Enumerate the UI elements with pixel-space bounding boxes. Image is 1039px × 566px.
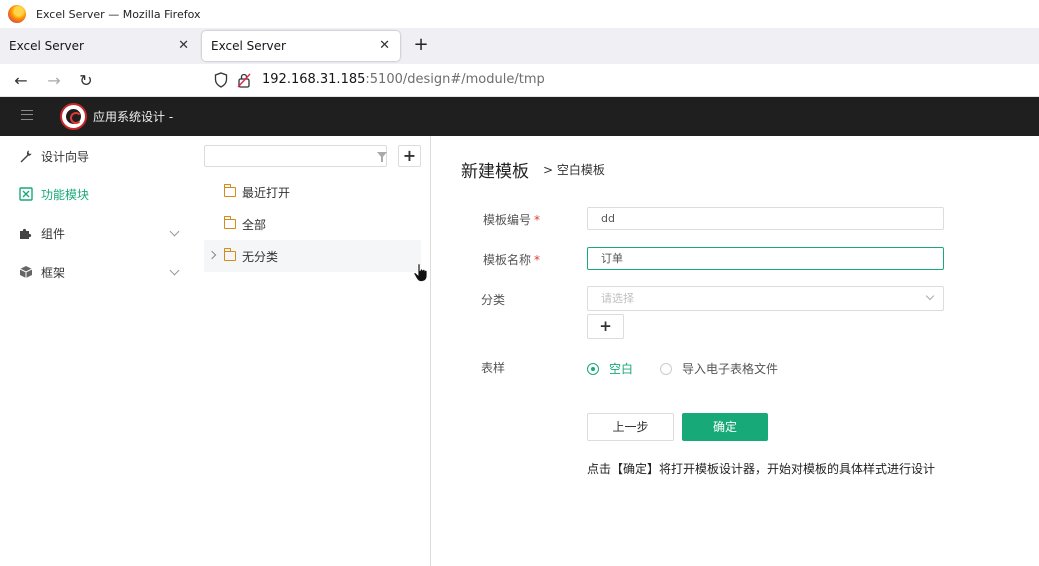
previous-step-button[interactable]: 上一步 (587, 413, 674, 441)
sidebar-item-function-module[interactable]: 功能模块 (0, 175, 193, 213)
forward-arrow-icon[interactable]: → (43, 70, 65, 92)
cube-icon (19, 265, 33, 279)
app-title: 应用系统设计 - (93, 110, 174, 124)
url-host: 192.168.31.185 (262, 72, 366, 87)
folder-icon (224, 248, 236, 261)
radio-label: 空白 (609, 362, 634, 376)
chevron-down-icon (925, 291, 935, 301)
confirm-button[interactable]: 确定 (682, 413, 768, 441)
add-category-button[interactable]: + (398, 145, 421, 167)
close-tab-icon[interactable]: ✕ (379, 38, 390, 53)
tree-search-input[interactable] (204, 145, 387, 167)
sidebar-item-label: 设计向导 (41, 149, 90, 164)
reload-icon[interactable]: ↻ (75, 70, 97, 92)
chevron-down-icon (169, 265, 180, 276)
sidebar-item-label: 组件 (41, 226, 66, 241)
radio-import-spreadsheet[interactable]: 导入电子表格文件 (660, 360, 778, 377)
chevron-down-icon (169, 226, 180, 237)
back-arrow-icon[interactable]: ← (10, 70, 32, 92)
tree-item-label: 全部 (242, 217, 267, 232)
template-form-panel: 新建模板 > 空白模板 模板编号 * dd 模板名称 * 订单 分类 请选择 + 表… (432, 136, 1039, 566)
app-header: 应用系统设计 - (0, 97, 1039, 136)
sidebar-item-frame[interactable]: 框架 (0, 253, 193, 291)
radio-selected-icon (587, 362, 599, 375)
category-label: 分类 (481, 293, 506, 307)
address-bar[interactable]: 192.168.31.185:5100/design#/module/tmp (262, 72, 545, 87)
window-title: Excel Server — Mozilla Firefox (36, 7, 201, 21)
hint-text: 点击【确定】将打开模板设计器，开始对模板的具体样式进行设计 (587, 462, 936, 476)
module-icon (19, 187, 33, 201)
sidebar: 设计向导 功能模块 组件 框架 (0, 136, 193, 566)
close-tab-icon[interactable]: ✕ (178, 38, 189, 53)
breadcrumb: > 空白模板 (543, 163, 605, 177)
shield-icon[interactable] (214, 72, 228, 88)
sidebar-item-label: 框架 (41, 265, 66, 280)
tab-excel-server-2[interactable]: Excel Server ✕ (202, 31, 400, 61)
hand-cursor-icon (413, 263, 428, 282)
page-title: 新建模板 (461, 162, 529, 182)
filter-icon[interactable] (377, 152, 387, 162)
sidebar-item-design-wizard[interactable]: 设计向导 (0, 137, 193, 175)
tree-item-label: 无分类 (242, 249, 279, 264)
tab-strip: Excel Server ✕ Excel Server ✕ + (0, 28, 1039, 64)
window-titlebar: Excel Server — Mozilla Firefox (0, 0, 1039, 28)
app-logo (60, 103, 87, 130)
menu-toggle-icon[interactable] (21, 110, 33, 120)
tab-label: Excel Server (211, 39, 286, 53)
wrench-icon (19, 149, 33, 163)
radio-unselected-icon (660, 362, 672, 375)
template-name-input[interactable]: 订单 (587, 247, 944, 270)
radio-blank[interactable]: 空白 (587, 360, 633, 377)
navigation-bar: ← → ↻ 192.168.31.185:5100/design#/module… (0, 64, 1039, 97)
tab-excel-server-1[interactable]: Excel Server ✕ (0, 31, 199, 61)
sidebar-item-label: 功能模块 (41, 187, 90, 202)
folder-icon (224, 216, 236, 229)
folder-icon (224, 184, 236, 197)
category-select[interactable]: 请选择 (587, 286, 944, 311)
sample-label: 表样 (481, 361, 506, 375)
radio-label: 导入电子表格文件 (682, 362, 779, 376)
tree-item-label: 最近打开 (242, 185, 291, 200)
template-code-input[interactable]: dd (587, 207, 944, 230)
template-code-label: 模板编号 * (483, 213, 541, 227)
template-name-label: 模板名称 * (483, 253, 541, 267)
category-placeholder: 请选择 (601, 292, 634, 305)
puzzle-icon (19, 226, 33, 240)
firefox-logo-icon (8, 5, 26, 23)
tab-label: Excel Server (9, 39, 84, 53)
tree-item-uncategorized[interactable]: 无分类 (204, 240, 421, 272)
tree-item-all[interactable]: 全部 (204, 208, 421, 240)
tree-item-recent[interactable]: 最近打开 (204, 176, 421, 208)
insecure-lock-icon[interactable] (237, 72, 251, 88)
chevron-right-icon[interactable] (207, 250, 217, 260)
new-tab-button[interactable]: + (410, 34, 432, 56)
add-category-button[interactable]: + (587, 314, 624, 339)
sidebar-item-components[interactable]: 组件 (0, 214, 193, 252)
module-tree-panel: + 最近打开 全部 无分类 (193, 136, 431, 566)
url-path: :5100/design#/module/tmp (365, 72, 545, 87)
